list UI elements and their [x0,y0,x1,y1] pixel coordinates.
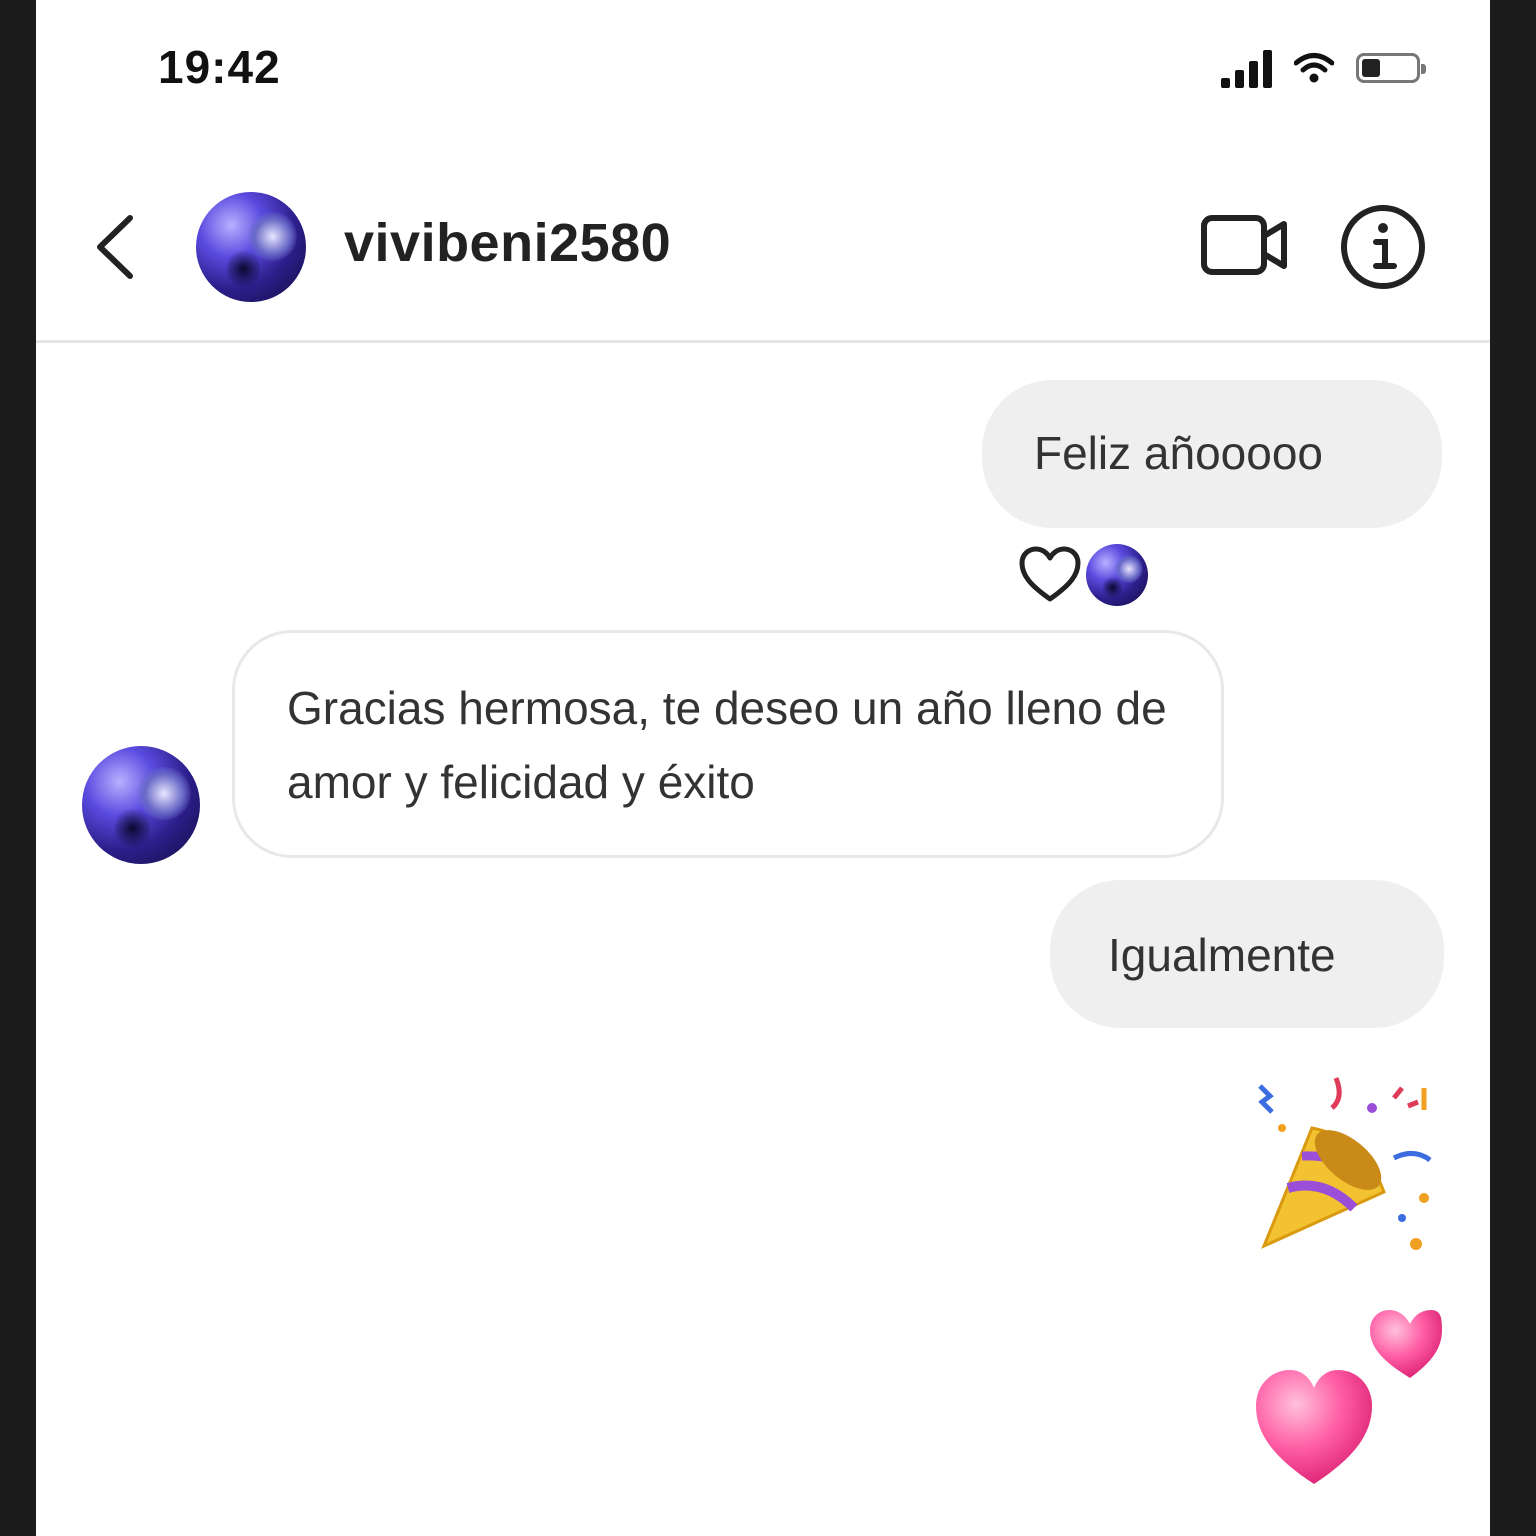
message-bubble-received[interactable]: Gracias hermosa, te deseo un año lleno d… [232,630,1224,858]
info-icon[interactable] [1338,202,1428,292]
message-bubble-sent[interactable]: Feliz añooooo [982,380,1442,528]
battery-icon [1356,53,1426,83]
chat-header: vivibeni2580 [36,160,1490,343]
message-reaction[interactable] [1018,544,1148,606]
avatar[interactable] [196,192,306,302]
wifi-icon [1294,53,1334,83]
video-call-icon[interactable] [1200,210,1290,280]
party-popper-emoji[interactable] [1244,1068,1444,1258]
two-hearts-emoji[interactable] [1252,1300,1442,1490]
avatar[interactable] [82,746,200,864]
phone-screen: 19:42 vivibeni2580 Feliz añooooo Gracias… [36,0,1490,1536]
status-time: 19:42 [158,41,281,93]
chat-username[interactable]: vivibeni2580 [344,212,671,274]
chevron-left-icon[interactable] [86,212,146,282]
status-icons [1221,48,1426,88]
avatar [1086,544,1148,606]
heart-icon [1019,546,1081,602]
message-bubble-sent[interactable]: Igualmente [1050,880,1444,1028]
signal-icon [1221,48,1272,88]
